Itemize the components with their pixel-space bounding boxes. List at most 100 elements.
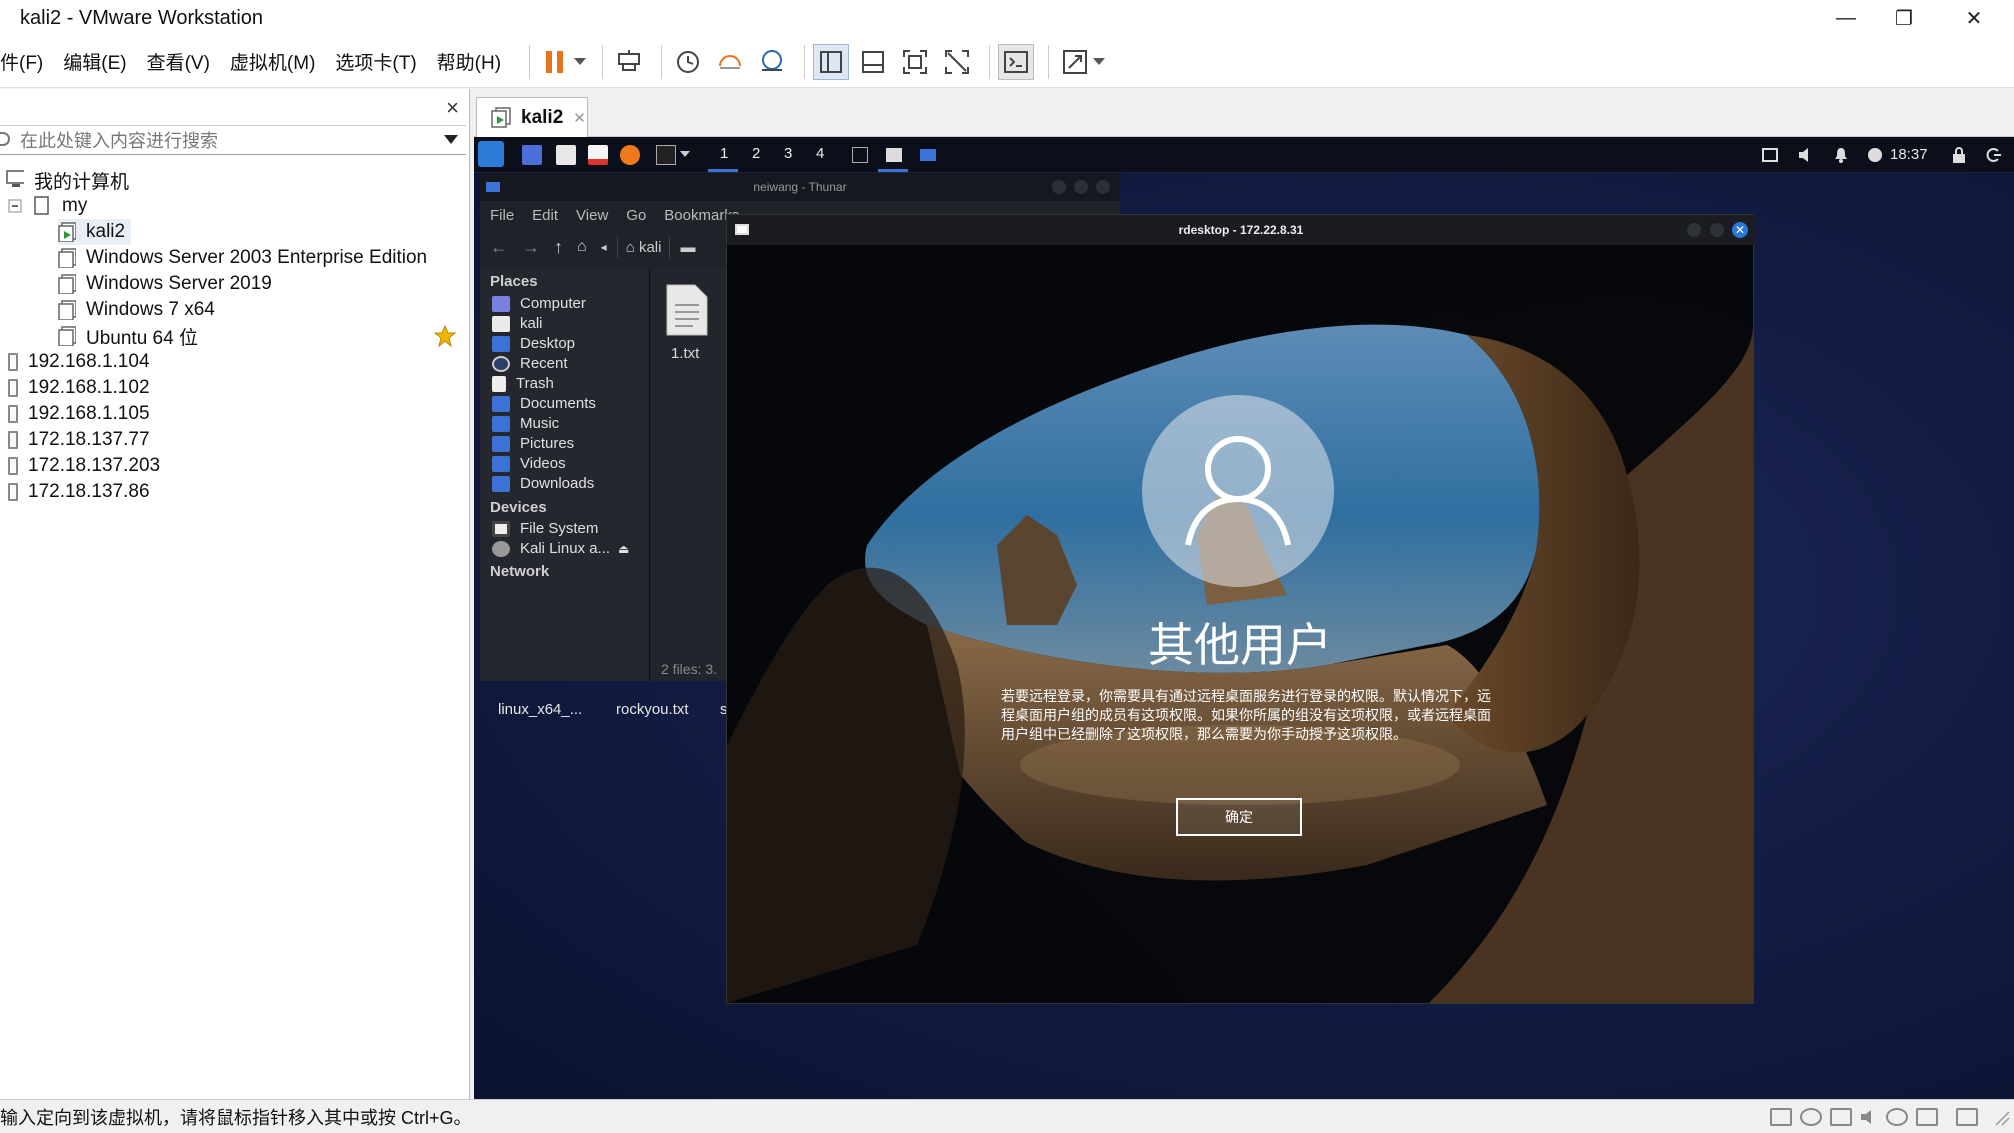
tree-host[interactable]: 172.18.137.77 (8, 427, 150, 453)
search-input[interactable] (20, 128, 440, 154)
unity-mode-icon[interactable] (939, 44, 975, 80)
usb-icon[interactable] (1886, 1108, 1908, 1126)
place-videos[interactable]: Videos (492, 455, 566, 472)
remote-desktop-view[interactable]: 其他用户 若要远程登录，你需要具有通过远程桌面服务进行登录的权限。默认情况下，远… (727, 245, 1753, 1003)
tree-folder-my[interactable]: my (8, 193, 87, 219)
rdesktop-title-bar[interactable]: rdesktop - 172.22.8.31 ✕ (727, 215, 1755, 245)
console-view-icon[interactable] (998, 43, 1035, 80)
vm-display[interactable]: 1 2 3 4 18:37 neiwang - Thunar File Edit… (474, 137, 2014, 1099)
workspace-1[interactable]: 1 (720, 145, 728, 162)
thunar-menu-go[interactable]: Go (626, 207, 646, 224)
thunar-menu-view[interactable]: View (576, 207, 608, 224)
snapshot-icon[interactable] (670, 44, 706, 80)
menu-help[interactable]: 帮助(H) (437, 48, 501, 75)
tree-host[interactable]: 172.18.137.86 (8, 479, 150, 505)
stretch-guest-icon[interactable] (1057, 44, 1093, 80)
show-library-icon[interactable] (813, 43, 850, 80)
text-editor-icon[interactable] (588, 145, 608, 165)
task-folder-icon[interactable] (920, 149, 936, 161)
clock-time[interactable]: 18:37 (1890, 146, 1928, 163)
snapshot-manager-icon[interactable] (754, 44, 790, 80)
thumbnail-bar-icon[interactable] (855, 44, 891, 80)
lock-icon[interactable] (1952, 147, 1966, 163)
sound-icon[interactable] (1860, 1108, 1882, 1126)
close-icon[interactable] (1096, 180, 1110, 194)
eject-icon[interactable]: ⏏ (618, 542, 629, 556)
tree-vm-win2003[interactable]: Windows Server 2003 Enterprise Edition (58, 245, 427, 271)
tree-vm-ubuntu[interactable]: Ubuntu 64 位 (58, 323, 198, 349)
hard-disk-icon[interactable] (1770, 1108, 1792, 1126)
tab-close-icon[interactable]: ✕ (573, 109, 586, 127)
tree-vm-win7[interactable]: Windows 7 x64 (58, 297, 215, 323)
launcher-dropdown-icon[interactable] (680, 151, 690, 157)
tree-host[interactable]: 192.168.1.102 (8, 375, 150, 401)
printer-icon[interactable] (1916, 1108, 1938, 1126)
device-filesystem[interactable]: File System (492, 520, 598, 537)
kali-menu-icon[interactable] (478, 141, 504, 167)
home-icon[interactable]: ⌂ (577, 238, 587, 256)
resize-grip-icon[interactable] (1992, 1108, 2010, 1126)
workspace-2[interactable]: 2 (752, 145, 760, 162)
thunar-title-bar[interactable]: neiwang - Thunar (480, 173, 1120, 201)
maximize-icon[interactable] (1710, 223, 1724, 237)
task-terminal-icon[interactable] (852, 147, 868, 163)
tree-vm-win2019[interactable]: Windows Server 2019 (58, 271, 272, 297)
terminal-icon[interactable] (656, 145, 676, 165)
ok-button[interactable]: 确定 (1176, 798, 1302, 836)
maximize-icon[interactable] (1074, 180, 1088, 194)
send-ctrl-alt-del-icon[interactable] (611, 44, 647, 80)
tree-root-my-computer[interactable]: 我的计算机 (6, 167, 129, 193)
firefox-icon[interactable] (620, 145, 640, 165)
path-left-icon[interactable]: ◂ (601, 240, 607, 254)
search-dropdown-icon[interactable] (444, 135, 458, 144)
logout-icon[interactable] (1986, 147, 2002, 163)
file-item-label[interactable]: 1.txt (671, 345, 699, 362)
stretch-dropdown-icon[interactable] (1091, 44, 1107, 80)
forward-icon[interactable]: → (522, 237, 540, 258)
close-button[interactable]: ✕ (1944, 0, 2004, 36)
place-desktop[interactable]: Desktop (492, 335, 575, 352)
menu-view[interactable]: 查看(V) (147, 48, 210, 75)
minimize-icon[interactable] (1052, 180, 1066, 194)
notifications-icon[interactable] (1834, 147, 1848, 163)
tree-host[interactable]: 192.168.1.104 (8, 349, 150, 375)
task-window-icon[interactable] (886, 148, 902, 162)
minimize-icon[interactable] (1687, 223, 1701, 237)
place-documents[interactable]: Documents (492, 395, 596, 412)
place-music[interactable]: Music (492, 415, 559, 432)
thunar-menu-edit[interactable]: Edit (532, 207, 558, 224)
device-kali-disc[interactable]: Kali Linux a... ⏏ (492, 540, 629, 557)
tree-vm-kali2[interactable]: kali2 (58, 219, 132, 245)
place-recent[interactable]: Recent (492, 355, 568, 372)
place-pictures[interactable]: Pictures (492, 435, 574, 452)
place-downloads[interactable]: Downloads (492, 475, 594, 492)
thunar-menu-file[interactable]: File (490, 207, 514, 224)
show-desktop-icon[interactable] (522, 145, 542, 165)
up-icon[interactable]: ↑ (554, 237, 563, 258)
back-icon[interactable]: ← (490, 237, 508, 258)
desktop-icon-label[interactable]: linux_x64_... (498, 701, 582, 718)
pause-dropdown-icon[interactable] (572, 44, 588, 80)
place-kali[interactable]: kali (492, 315, 543, 332)
menu-tabs[interactable]: 选项卡(T) (335, 48, 416, 75)
cd-dvd-icon[interactable] (1800, 1108, 1822, 1126)
maximize-button[interactable]: ❐ (1874, 0, 1934, 36)
path-button[interactable]: ⌂ kali (616, 236, 671, 258)
place-computer[interactable]: Computer (492, 295, 586, 312)
file-manager-icon[interactable] (556, 145, 576, 165)
favorite-star-icon[interactable] (434, 325, 456, 347)
library-close-button[interactable]: × (446, 95, 459, 121)
menu-file[interactable]: 件(F) (0, 48, 43, 75)
desktop-icon-label[interactable]: rockyou.txt (616, 701, 689, 718)
volume-icon[interactable] (1798, 147, 1814, 163)
tab-kali2[interactable]: kali2 ✕ (476, 97, 588, 137)
menu-vm[interactable]: 虚拟机(M) (230, 48, 315, 75)
message-log-icon[interactable] (1956, 1108, 1978, 1126)
workspace-4[interactable]: 4 (816, 145, 824, 162)
revert-snapshot-icon[interactable] (712, 44, 748, 80)
minimize-button[interactable]: — (1816, 0, 1876, 36)
menu-edit[interactable]: 编辑(E) (63, 48, 126, 75)
rdesktop-window[interactable]: rdesktop - 172.22.8.31 ✕ 其他用户 若要远程登录，你需要… (726, 214, 1755, 1004)
tree-host[interactable]: 192.168.1.105 (8, 401, 150, 427)
place-trash[interactable]: Trash (492, 375, 554, 392)
